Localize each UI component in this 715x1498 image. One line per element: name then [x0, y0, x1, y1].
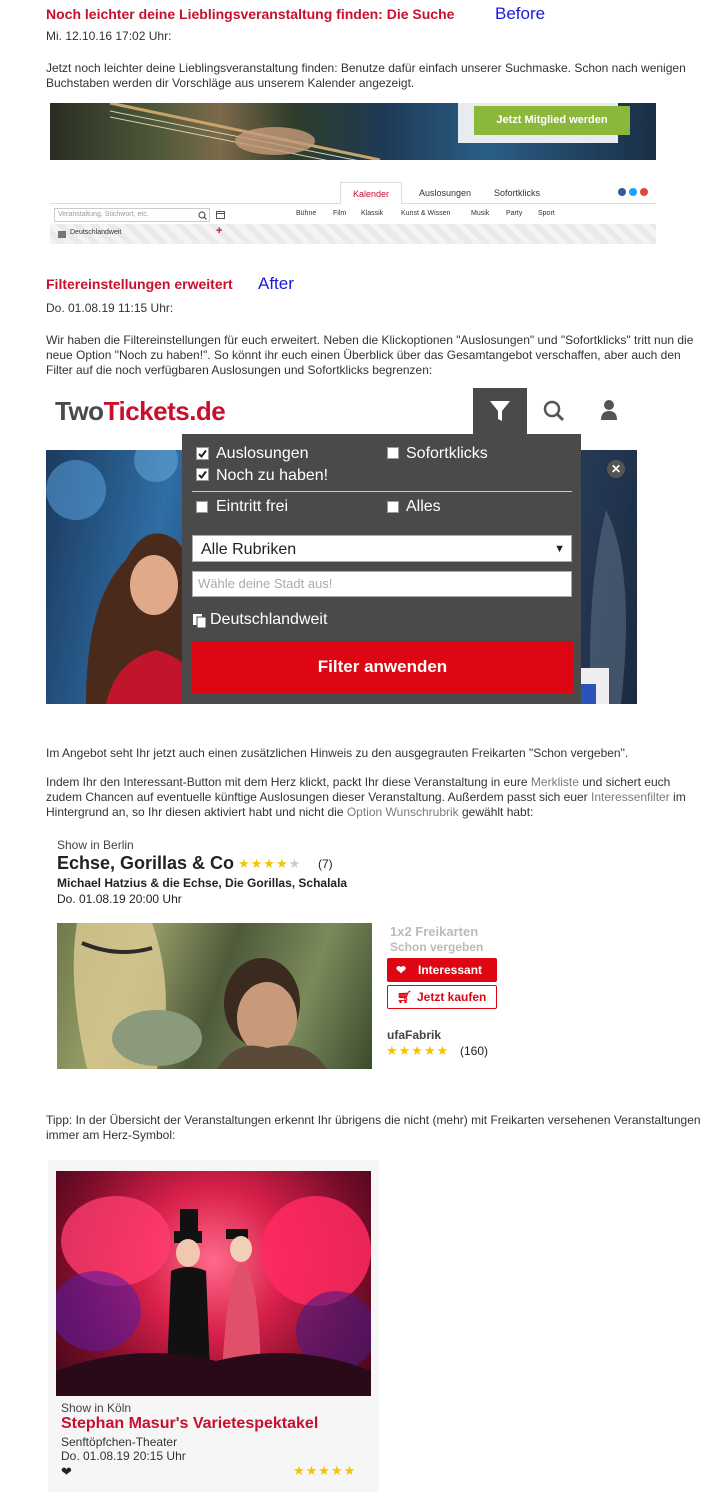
event2-image[interactable] — [56, 1171, 371, 1396]
before-tag: Before — [495, 4, 546, 23]
noch-label[interactable]: Noch zu haben! — [216, 467, 328, 485]
old-nav: Kalender Auslosungen Sofortklicks Verans… — [50, 180, 656, 245]
rubriken-select[interactable]: Alle Rubriken ▼ — [192, 535, 572, 562]
cat-sport[interactable]: Sport — [538, 210, 555, 217]
filter-panel: Auslosungen Sofortklicks Noch zu haben! … — [182, 434, 581, 704]
old-location[interactable]: Deutschlandweit — [70, 229, 121, 236]
kaufen-button[interactable]: 🛒︎ Jetzt kaufen — [387, 985, 497, 1009]
filter-tab[interactable] — [473, 388, 527, 434]
filter-icon — [490, 401, 510, 421]
old-banner: Jetzt Mitglied werden — [50, 103, 656, 160]
hint-text: Im Angebot seht Ihr jetzt auch einen zus… — [46, 746, 629, 760]
heart-icon[interactable]: ❤ — [61, 1464, 72, 1480]
venue-name[interactable]: ufaFabrik — [387, 1028, 441, 1042]
search-icon[interactable] — [542, 399, 566, 423]
event2-card[interactable]: Show in Köln Stephan Masur's Varietespek… — [48, 1160, 379, 1492]
noch-checkbox[interactable] — [196, 468, 209, 481]
city-input[interactable]: Wähle deine Stadt aus! — [192, 571, 572, 597]
event2-date: Do. 01.08.19 20:15 Uhr — [61, 1449, 186, 1463]
interessant-button[interactable]: ❤ Interessant — [387, 958, 497, 982]
sofortklicks-checkbox[interactable] — [387, 447, 399, 459]
merkliste-link[interactable]: Merkliste — [531, 775, 579, 789]
before-text: Jetzt noch leichter deine Lieblingsveran… — [46, 61, 686, 90]
event1-rating: ★★★★★ — [238, 856, 302, 871]
auslosungen-label[interactable]: Auslosungen — [216, 445, 309, 463]
tab-auslosungen[interactable]: Auslosungen — [410, 182, 480, 204]
event1-performers: Michael Hatzius & die Echse, Die Gorilla… — [57, 876, 348, 890]
twitter-icon[interactable] — [629, 188, 637, 196]
after-date: Do. 01.08.19 11:15 Uhr: — [46, 301, 174, 315]
event2-venue: Senftöpfchen-Theater — [61, 1435, 178, 1449]
chevron-down-icon: ▼ — [554, 543, 565, 555]
calendar-icon[interactable] — [216, 210, 225, 219]
cat-party[interactable]: Party — [506, 210, 522, 217]
event1-date: Do. 01.08.19 20:00 Uhr — [57, 892, 182, 906]
wunschrubrik-link[interactable]: Option Wunschrubrik — [347, 805, 459, 819]
after-title: Filtereinstellungen erweitert — [46, 276, 233, 292]
close-icon[interactable]: ✕ — [607, 460, 625, 478]
eintritt-label[interactable]: Eintritt frei — [216, 498, 288, 516]
after-tag: After — [258, 274, 294, 293]
folder-icon — [58, 231, 66, 238]
freikarten-label: 1x2 Freikarten — [390, 924, 479, 939]
interest-text: Indem Ihr den Interessant-Button mit dem… — [46, 775, 686, 819]
location-label[interactable]: Deutschlandweit — [210, 611, 327, 629]
event1-category: Show in Berlin — [57, 838, 134, 852]
cart-icon: 🛒︎ — [397, 990, 413, 1004]
user-icon[interactable] — [598, 398, 620, 422]
sofortklicks-label[interactable]: Sofortklicks — [406, 445, 488, 463]
venue-rating-count: (160) — [460, 1044, 489, 1058]
event2-category: Show in Köln — [61, 1401, 132, 1415]
venue-rating: ★★★★★ — [386, 1043, 450, 1058]
cat-musik[interactable]: Musik — [471, 210, 489, 217]
cat-buehne[interactable]: Bühne — [296, 210, 316, 217]
tipp-text: Tipp: In der Übersicht der Veranstaltung… — [46, 1113, 701, 1142]
eintritt-checkbox[interactable] — [196, 501, 208, 513]
member-button[interactable]: Jetzt Mitglied werden — [474, 106, 630, 135]
alles-checkbox[interactable] — [387, 501, 399, 513]
cat-film[interactable]: Film — [333, 210, 346, 217]
tab-sofortklicks[interactable]: Sofortklicks — [485, 182, 549, 204]
facebook-icon[interactable] — [618, 188, 626, 196]
before-date: Mi. 12.10.16 17:02 Uhr: — [46, 29, 172, 43]
event1-image[interactable] — [57, 923, 372, 1069]
interessenfilter-link[interactable]: Interessenfilter — [591, 790, 670, 804]
auslosungen-checkbox[interactable] — [196, 447, 209, 460]
heart-icon: ❤ — [396, 963, 407, 977]
alles-label[interactable]: Alles — [406, 498, 441, 516]
before-title: Noch leichter deine Lieblingsveranstaltu… — [46, 6, 455, 22]
copy-icon — [193, 614, 207, 629]
tab-kalender[interactable]: Kalender — [340, 182, 402, 204]
add-icon[interactable]: + — [216, 225, 222, 237]
event1-title[interactable]: Echse, Gorillas & Co — [57, 853, 234, 874]
event2-rating: ★★★★★ — [293, 1463, 357, 1478]
cat-kunst[interactable]: Kunst & Wissen — [401, 210, 450, 217]
apply-filter-button[interactable]: Filter anwenden — [192, 641, 573, 693]
old-search-input[interactable]: Veranstaltung, Stichwort, etc. — [54, 208, 210, 222]
after-text: Wir haben die Filtereinstellungen für eu… — [46, 333, 694, 377]
vergeben-label: Schon vergeben — [390, 940, 484, 954]
site-header: TwoTickets.de — [46, 388, 638, 434]
search-icon[interactable] — [198, 211, 207, 220]
event2-title[interactable]: Stephan Masur's Varietespektakel — [61, 1415, 318, 1433]
divider — [192, 491, 572, 492]
cat-klassik[interactable]: Klassik — [361, 210, 383, 217]
googleplus-icon[interactable] — [640, 188, 648, 196]
event1-rating-count: (7) — [318, 857, 333, 871]
site-logo[interactable]: TwoTickets.de — [55, 396, 226, 427]
